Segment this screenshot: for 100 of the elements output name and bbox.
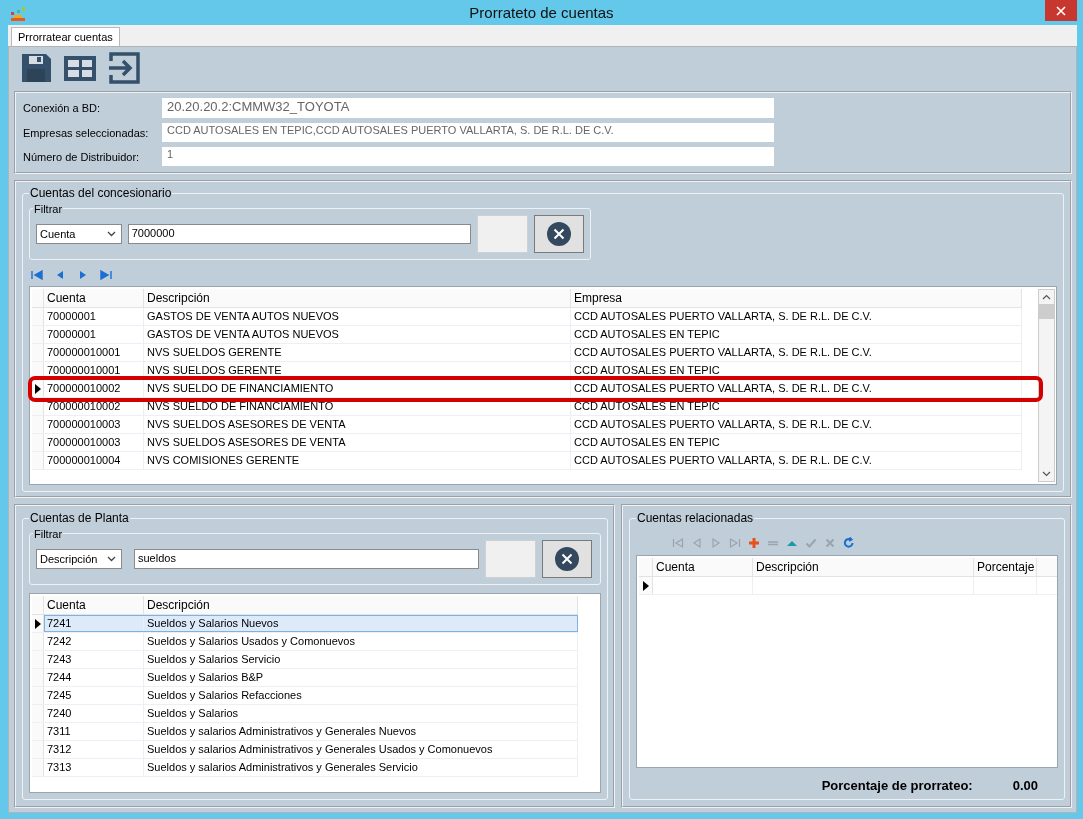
last-record-button[interactable] bbox=[100, 270, 112, 280]
table-cell: 700000010004 bbox=[44, 452, 144, 469]
group-title: Filtrar bbox=[33, 527, 64, 541]
table-cell: 7241 bbox=[44, 615, 144, 632]
table-cell: CCD AUTOSALES EN TEPIC bbox=[571, 326, 1022, 343]
table-cell: Sueldos y Salarios Nuevos bbox=[144, 615, 578, 632]
column-header[interactable]: Descripción bbox=[144, 596, 578, 614]
selected-row[interactable]: 7241 Sueldos y Salarios Nuevos bbox=[44, 615, 578, 632]
table-cell: NVS SUELDOS GERENTE bbox=[144, 344, 571, 361]
chevron-icon bbox=[107, 556, 116, 562]
group-title: Cuentas del concesionario bbox=[29, 186, 173, 200]
filter-dropdown[interactable]: Cuenta bbox=[36, 224, 122, 244]
table-cell: Sueldos y Salarios Refacciones bbox=[144, 687, 578, 704]
scroll-thumb[interactable] bbox=[1039, 304, 1054, 319]
field-label: Número de Distribuidor: bbox=[23, 150, 141, 163]
table-cell: CCD AUTOSALES PUERTO VALLARTA, S. DE R.L. DE C.V. bbox=[571, 452, 1022, 469]
table-cell: 700000010003 bbox=[44, 434, 144, 451]
first-record-button[interactable] bbox=[31, 270, 43, 280]
clear-button[interactable] bbox=[542, 540, 592, 578]
table-cell: 7313 bbox=[44, 759, 144, 776]
column-header[interactable]: Cuenta bbox=[653, 558, 753, 576]
blank-button[interactable] bbox=[485, 540, 536, 578]
table-cell: Sueldos y Salarios Usados y Comonuevos bbox=[144, 633, 578, 650]
row-header[interactable] bbox=[32, 380, 44, 397]
scroll-down-icon[interactable] bbox=[1042, 471, 1051, 477]
field-label: Empresas seleccionadas: bbox=[23, 126, 150, 139]
table-cell: NVS SUELDOS GERENTE bbox=[144, 362, 571, 379]
table-cell: NVS COMISIONES GERENTE bbox=[144, 452, 571, 469]
refresh-record-button[interactable] bbox=[843, 537, 855, 549]
readonly-field[interactable]: 1 bbox=[162, 147, 774, 166]
table-cell: 700000010003 bbox=[44, 416, 144, 433]
table-cell: Sueldos y Salarios bbox=[144, 705, 578, 722]
table-cell: NVS SUELDO DE FINANCIAMIENTO bbox=[144, 398, 571, 415]
readonly-field[interactable]: CCD AUTOSALES EN TEPIC,CCD AUTOSALES PUERTO VALLARTA, S. DE R.L. DE C.V. bbox=[162, 123, 774, 142]
table-cell: 70000001 bbox=[44, 326, 144, 343]
table-cell: CCD AUTOSALES PUERTO VALLARTA, S. DE R.L. DE C.V. bbox=[571, 344, 1022, 361]
field-label: Conexión a BD: bbox=[23, 102, 102, 114]
table-cell: CCD AUTOSALES PUERTO VALLARTA, S. DE R.L. DE C.V. bbox=[571, 308, 1022, 325]
current-row-icon bbox=[34, 383, 41, 394]
table-cell: CCD AUTOSALES PUERTO VALLARTA, S. DE R.L. DE C.V. bbox=[571, 380, 1022, 397]
blank-button[interactable] bbox=[477, 215, 529, 253]
column-header[interactable]: Cuenta bbox=[44, 289, 144, 307]
row-header[interactable] bbox=[32, 615, 44, 632]
row-header[interactable] bbox=[639, 577, 653, 594]
table-cell: Sueldos y Salarios B&P bbox=[144, 669, 578, 686]
chevron-icon bbox=[106, 231, 116, 237]
clear-button[interactable] bbox=[534, 215, 584, 253]
app-icon bbox=[10, 6, 26, 22]
table-cell: 7311 bbox=[44, 723, 144, 740]
table-cell: 700000010002 bbox=[44, 380, 144, 397]
table-cell: 700000010001 bbox=[44, 344, 144, 361]
window-title: Prorrateto de cuentas bbox=[469, 4, 614, 21]
save-button[interactable] bbox=[19, 51, 53, 85]
table-cell: CCD AUTOSALES EN TEPIC bbox=[571, 398, 1022, 415]
table-cell: GASTOS DE VENTA AUTOS NUEVOS bbox=[144, 326, 571, 343]
filter-input[interactable]: 7000000 bbox=[127, 224, 472, 244]
scroll-up-icon[interactable] bbox=[1042, 294, 1051, 300]
table-cell: 7242 bbox=[44, 633, 144, 650]
table-cell: NVS SUELDO DE FINANCIAMIENTO bbox=[144, 380, 571, 397]
table-cell: 7245 bbox=[44, 687, 144, 704]
table-cell: 700000010002 bbox=[44, 398, 144, 415]
table-cell: CCD AUTOSALES EN TEPIC bbox=[571, 434, 1022, 451]
column-header[interactable]: Porcentaje bbox=[974, 558, 1037, 576]
table-cell: CCD AUTOSALES EN TEPIC bbox=[571, 362, 1022, 379]
column-header[interactable]: Descripción bbox=[144, 289, 571, 307]
scrollbar[interactable] bbox=[1038, 289, 1055, 482]
group-title: Cuentas de Planta bbox=[29, 511, 130, 525]
close-icon bbox=[547, 222, 572, 246]
close-icon bbox=[1056, 5, 1066, 16]
table-cell: CCD AUTOSALES PUERTO VALLARTA, S. DE R.L. DE C.V. bbox=[571, 416, 1022, 433]
current-row-icon bbox=[642, 580, 649, 591]
table-cell: 7312 bbox=[44, 741, 144, 758]
table-cell: 7240 bbox=[44, 705, 144, 722]
table-cell: Sueldos y salarios Administrativos y Generales Nuevos bbox=[144, 723, 578, 740]
table-cell: GASTOS DE VENTA AUTOS NUEVOS bbox=[144, 308, 571, 325]
column-header[interactable]: Cuenta bbox=[44, 596, 144, 614]
table-cell: 70000001 bbox=[44, 308, 144, 325]
table-cell: NVS SUELDOS ASESORES DE VENTA bbox=[144, 416, 571, 433]
readonly-field[interactable]: 20.20.20.2:CMMW32_TOYOTA bbox=[162, 98, 774, 118]
tab[interactable]: Prrorratear cuentas bbox=[11, 27, 120, 46]
current-row-icon bbox=[34, 618, 41, 629]
group-title: Cuentas relacionadas bbox=[636, 511, 755, 525]
filter-dropdown[interactable]: Descripción bbox=[36, 549, 122, 569]
close-icon bbox=[555, 547, 579, 571]
add-record-button[interactable] bbox=[748, 537, 760, 549]
total-label: Porcentaje de prorrateo: bbox=[821, 778, 973, 793]
table-cell: 700000010001 bbox=[44, 362, 144, 379]
exit-button[interactable] bbox=[107, 51, 141, 85]
column-header[interactable]: Empresa bbox=[571, 289, 1022, 307]
table-cell: Sueldos y Salarios Servicio bbox=[144, 651, 578, 668]
group-title: Filtrar bbox=[33, 202, 64, 216]
table-cell: Sueldos y salarios Administrativos y Generales Usados y Comonuevos bbox=[144, 741, 578, 758]
total-value: 0.00 bbox=[1012, 778, 1038, 793]
table-cell: NVS SUELDOS ASESORES DE VENTA bbox=[144, 434, 571, 451]
table-cell: 7244 bbox=[44, 669, 144, 686]
column-header[interactable]: Descripción bbox=[753, 558, 974, 576]
close-button[interactable] bbox=[1045, 0, 1077, 21]
table-cell: 7243 bbox=[44, 651, 144, 668]
table-cell: Sueldos y salarios Administrativos y Generales Servicio bbox=[144, 759, 578, 776]
filter-input[interactable]: sueldos bbox=[134, 549, 479, 569]
